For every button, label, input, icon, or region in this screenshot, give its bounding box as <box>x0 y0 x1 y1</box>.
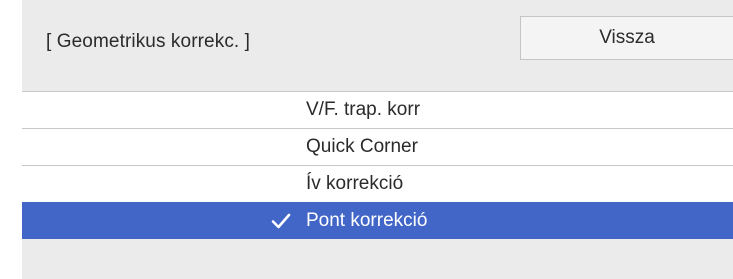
menu-item-label: Quick Corner <box>306 136 418 157</box>
menu-item-label: V/F. trap. korr <box>306 99 421 120</box>
checkmark-icon <box>271 213 291 229</box>
geometric-correction-panel: [ Geometrikus korrekc. ] Vissza V/F. tra… <box>22 0 733 279</box>
correction-menu: V/F. trap. korr Quick Corner Ív korrekci… <box>22 91 733 239</box>
menu-item-point-correction[interactable]: Pont korrekció <box>22 202 733 239</box>
page-title: [ Geometrikus korrekc. ] <box>46 31 251 52</box>
menu-item-vh-keystone[interactable]: V/F. trap. korr <box>22 91 733 128</box>
panel-header: [ Geometrikus korrekc. ] Vissza <box>22 0 733 91</box>
panel-footer <box>22 259 733 279</box>
menu-item-label: Pont korrekció <box>306 210 428 231</box>
menu-item-label: Ív korrekció <box>306 173 404 194</box>
menu-item-quick-corner[interactable]: Quick Corner <box>22 128 733 165</box>
menu-item-curved-correction[interactable]: Ív korrekció <box>22 165 733 202</box>
back-button[interactable]: Vissza <box>520 16 733 60</box>
